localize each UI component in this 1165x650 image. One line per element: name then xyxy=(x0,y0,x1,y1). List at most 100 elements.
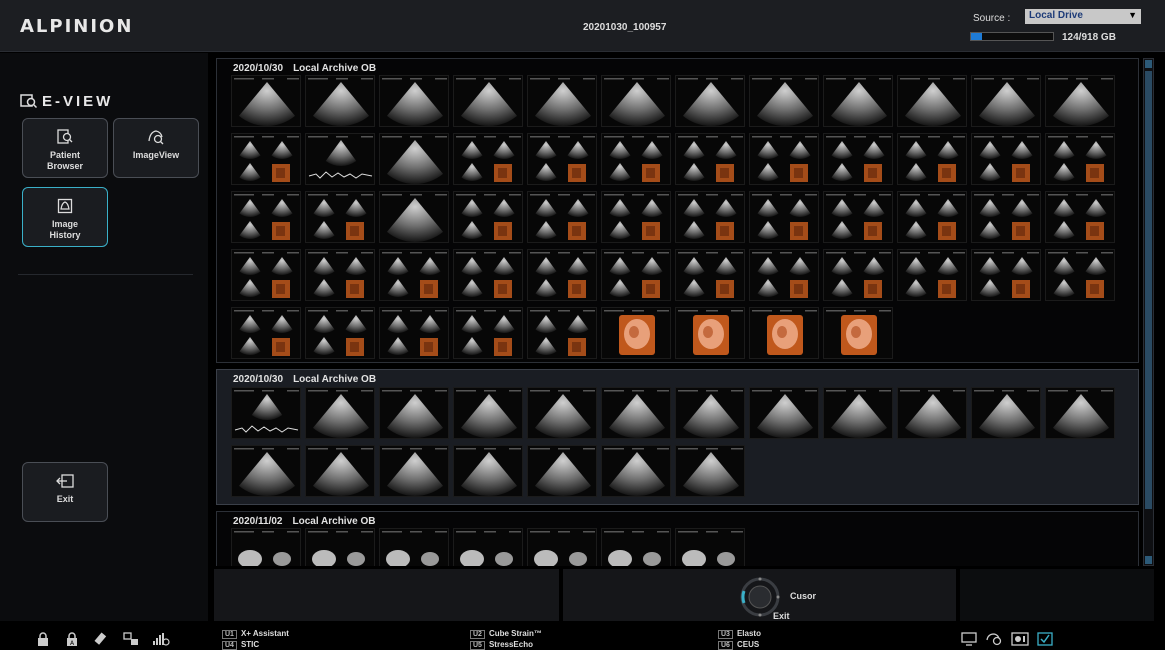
image-thumbnail[interactable] xyxy=(231,445,301,497)
image-thumbnail[interactable] xyxy=(231,307,301,359)
image-history-button[interactable]: Image History xyxy=(22,187,108,247)
image-thumbnail[interactable] xyxy=(1045,249,1115,301)
image-thumbnail[interactable] xyxy=(897,249,967,301)
image-thumbnail[interactable] xyxy=(231,387,301,439)
image-thumbnail[interactable] xyxy=(305,445,375,497)
image-thumbnail[interactable] xyxy=(379,75,449,127)
image-thumbnail[interactable] xyxy=(971,249,1041,301)
image-thumbnail[interactable] xyxy=(379,528,449,566)
probe-icon[interactable] xyxy=(985,632,1003,646)
image-thumbnail[interactable] xyxy=(305,249,375,301)
image-thumbnail[interactable] xyxy=(897,191,967,243)
image-thumbnail[interactable] xyxy=(305,75,375,127)
image-thumbnail[interactable] xyxy=(823,307,893,359)
image-thumbnail[interactable] xyxy=(231,249,301,301)
user-key-u3[interactable]: U3 Elasto xyxy=(718,629,761,639)
image-thumbnail[interactable] xyxy=(453,191,523,243)
image-thumbnail[interactable] xyxy=(601,528,671,566)
exam-group[interactable]: 2020/10/30 Local Archive OB xyxy=(216,58,1139,363)
source-dropdown[interactable]: Local Drive ▼ xyxy=(1025,9,1141,24)
image-thumbnail[interactable] xyxy=(379,445,449,497)
image-thumbnail[interactable] xyxy=(453,249,523,301)
image-thumbnail[interactable] xyxy=(823,191,893,243)
scroll-down-arrow[interactable] xyxy=(1145,556,1152,564)
image-thumbnail[interactable] xyxy=(305,387,375,439)
image-thumbnail[interactable] xyxy=(1045,133,1115,185)
imageview-button[interactable]: ImageView xyxy=(113,118,199,178)
image-thumbnail[interactable] xyxy=(305,307,375,359)
image-thumbnail[interactable] xyxy=(1045,75,1115,127)
image-thumbnail[interactable] xyxy=(453,307,523,359)
image-thumbnail[interactable] xyxy=(675,249,745,301)
image-thumbnail[interactable] xyxy=(379,307,449,359)
image-thumbnail[interactable] xyxy=(527,133,597,185)
image-thumbnail[interactable] xyxy=(897,387,967,439)
image-thumbnail[interactable] xyxy=(749,133,819,185)
image-thumbnail[interactable] xyxy=(379,387,449,439)
image-thumbnail[interactable] xyxy=(453,75,523,127)
image-thumbnail[interactable] xyxy=(749,249,819,301)
image-thumbnail[interactable] xyxy=(823,249,893,301)
image-thumbnail[interactable] xyxy=(675,75,745,127)
image-thumbnail[interactable] xyxy=(527,75,597,127)
monitor-icon[interactable] xyxy=(961,632,977,646)
image-thumbnail[interactable] xyxy=(305,191,375,243)
image-thumbnail[interactable] xyxy=(453,387,523,439)
image-thumbnail[interactable] xyxy=(601,75,671,127)
image-thumbnail[interactable] xyxy=(453,528,523,566)
image-thumbnail[interactable] xyxy=(675,133,745,185)
image-thumbnail[interactable] xyxy=(601,191,671,243)
image-thumbnail[interactable] xyxy=(897,133,967,185)
user-key-u2[interactable]: U2 Cube Strain™ xyxy=(470,629,542,639)
image-thumbnail[interactable] xyxy=(601,445,671,497)
image-thumbnail[interactable] xyxy=(601,307,671,359)
image-thumbnail[interactable] xyxy=(231,191,301,243)
scroll-up-arrow[interactable] xyxy=(1145,60,1152,68)
image-thumbnail[interactable] xyxy=(971,191,1041,243)
exam-group[interactable]: 2020/10/30 Local Archive OB xyxy=(216,369,1139,505)
image-thumbnail[interactable] xyxy=(675,445,745,497)
image-thumbnail[interactable] xyxy=(823,75,893,127)
image-thumbnail[interactable] xyxy=(379,133,449,185)
image-thumbnail[interactable] xyxy=(971,75,1041,127)
image-thumbnail[interactable] xyxy=(1045,387,1115,439)
image-thumbnail[interactable] xyxy=(453,133,523,185)
image-thumbnail[interactable] xyxy=(527,191,597,243)
image-thumbnail[interactable] xyxy=(527,445,597,497)
image-thumbnail[interactable] xyxy=(453,445,523,497)
exam-group[interactable]: 2020/11/02 Local Archive OB xyxy=(216,511,1139,566)
image-thumbnail[interactable] xyxy=(823,133,893,185)
image-thumbnail[interactable] xyxy=(601,387,671,439)
image-thumbnail[interactable] xyxy=(675,307,745,359)
image-thumbnail[interactable] xyxy=(379,191,449,243)
image-thumbnail[interactable] xyxy=(971,387,1041,439)
image-thumbnail[interactable] xyxy=(675,528,745,566)
image-thumbnail[interactable] xyxy=(1045,191,1115,243)
image-thumbnail[interactable] xyxy=(231,75,301,127)
user-key-u5[interactable]: U5 StressEcho xyxy=(470,640,533,650)
record-icon[interactable] xyxy=(1011,632,1029,646)
scrollbar-thumb[interactable] xyxy=(1145,71,1152,509)
image-thumbnail[interactable] xyxy=(527,249,597,301)
image-thumbnail[interactable] xyxy=(749,307,819,359)
vertical-scrollbar[interactable] xyxy=(1143,58,1154,566)
image-thumbnail[interactable] xyxy=(675,387,745,439)
image-thumbnail[interactable] xyxy=(527,387,597,439)
user-key-u6[interactable]: U6 CEUS xyxy=(718,640,759,650)
image-thumbnail[interactable] xyxy=(675,191,745,243)
image-thumbnail[interactable] xyxy=(971,133,1041,185)
image-thumbnail[interactable] xyxy=(749,387,819,439)
image-thumbnail[interactable] xyxy=(231,133,301,185)
patient-browser-button[interactable]: Patient Browser xyxy=(22,118,108,178)
user-key-u4[interactable]: U4 STIC xyxy=(222,640,259,650)
image-thumbnail[interactable] xyxy=(305,528,375,566)
check-icon[interactable] xyxy=(1037,632,1053,646)
image-thumbnail[interactable] xyxy=(527,528,597,566)
image-thumbnail[interactable] xyxy=(231,528,301,566)
image-thumbnail[interactable] xyxy=(305,133,375,185)
image-thumbnail[interactable] xyxy=(601,133,671,185)
image-thumbnail[interactable] xyxy=(601,249,671,301)
image-thumbnail[interactable] xyxy=(379,249,449,301)
image-thumbnail[interactable] xyxy=(749,191,819,243)
image-thumbnail[interactable] xyxy=(749,75,819,127)
